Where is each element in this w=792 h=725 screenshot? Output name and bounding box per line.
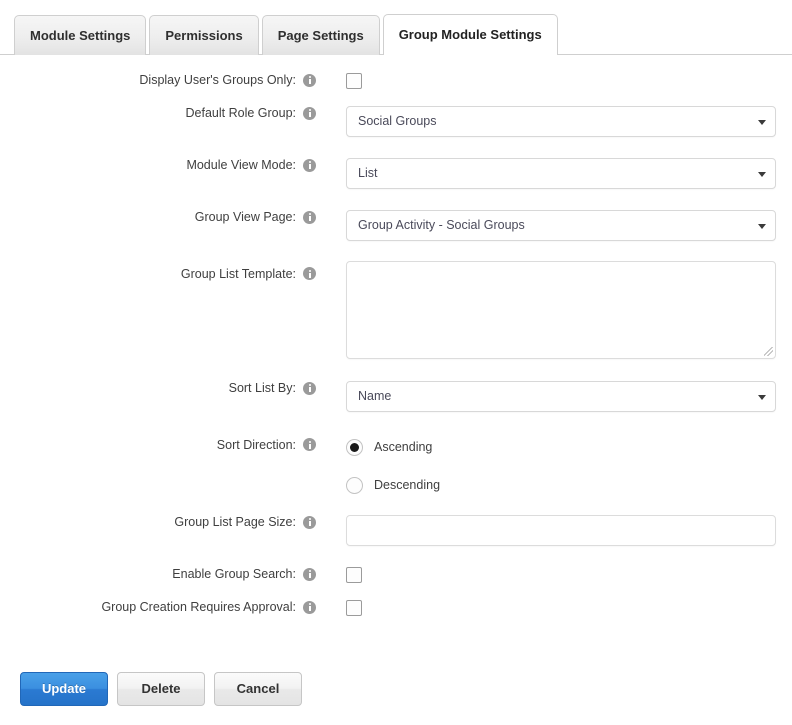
label-text: Group Creation Requires Approval: [101, 600, 296, 614]
radio-option-descending[interactable]: Descending [346, 471, 792, 499]
tab-page-settings[interactable]: Page Settings [262, 15, 380, 55]
ascending-radio[interactable] [346, 439, 363, 456]
group-view-page-select[interactable]: Group Activity - Social Groups [346, 210, 776, 241]
label-module-view-mode: Module View Mode: [0, 158, 316, 172]
field-group-view-page: Group Activity - Social Groups [316, 210, 792, 241]
field-enable-group-search [316, 567, 792, 586]
radio-option-ascending[interactable]: Ascending [346, 433, 792, 461]
field-row-group-creation-requires-approval: Group Creation Requires Approval: [0, 600, 792, 619]
chevron-down-icon [758, 224, 766, 229]
field-row-display-user-groups-only: Display User's Groups Only: [0, 73, 792, 92]
update-button[interactable]: Update [20, 672, 108, 706]
info-icon[interactable] [303, 267, 316, 280]
sort-list-by-value: Name [358, 389, 391, 403]
label-default-role-group: Default Role Group: [0, 106, 316, 120]
label-text: Group View Page: [195, 210, 296, 224]
field-row-enable-group-search: Enable Group Search: [0, 567, 792, 586]
label-sort-list-by: Sort List By: [0, 381, 316, 395]
field-default-role-group: Social Groups [316, 106, 792, 137]
group-list-template-wrap [346, 261, 776, 359]
field-row-group-list-template: Group List Template: [0, 261, 792, 359]
group-view-page-value: Group Activity - Social Groups [358, 218, 525, 232]
info-icon[interactable] [303, 438, 316, 451]
field-row-module-view-mode: Module View Mode: List [0, 158, 792, 189]
tab-group-module-settings[interactable]: Group Module Settings [383, 14, 558, 55]
label-group-creation-requires-approval: Group Creation Requires Approval: [0, 600, 316, 614]
label-group-list-page-size: Group List Page Size: [0, 515, 316, 529]
descending-radio[interactable] [346, 477, 363, 494]
group-module-settings-form: Display User's Groups Only: Default Role… [0, 55, 792, 619]
field-row-default-role-group: Default Role Group: Social Groups [0, 106, 792, 137]
chevron-down-icon [758, 172, 766, 177]
cancel-button[interactable]: Cancel [214, 672, 302, 706]
field-row-group-list-page-size: Group List Page Size: [0, 515, 792, 546]
label-text: Sort List By: [229, 381, 296, 395]
info-icon[interactable] [303, 568, 316, 581]
label-display-user-groups-only: Display User's Groups Only: [0, 73, 316, 87]
delete-button[interactable]: Delete [117, 672, 205, 706]
info-icon[interactable] [303, 601, 316, 614]
enable-group-search-checkbox[interactable] [346, 567, 362, 583]
label-group-view-page: Group View Page: [0, 210, 316, 224]
info-icon[interactable] [303, 382, 316, 395]
field-row-group-view-page: Group View Page: Group Activity - Social… [0, 210, 792, 241]
label-text: Default Role Group: [186, 106, 296, 120]
chevron-down-icon [758, 120, 766, 125]
group-creation-requires-approval-checkbox[interactable] [346, 600, 362, 616]
field-group-creation-requires-approval [316, 600, 792, 619]
info-icon[interactable] [303, 107, 316, 120]
label-text: Module View Mode: [186, 158, 296, 172]
label-text: Group List Template: [181, 267, 296, 281]
field-sort-direction: Ascending Descending [316, 433, 792, 499]
form-action-buttons: Update Delete Cancel [20, 672, 311, 706]
label-group-list-template: Group List Template: [0, 261, 316, 281]
label-text: Enable Group Search: [172, 567, 296, 581]
label-enable-group-search: Enable Group Search: [0, 567, 316, 581]
field-row-sort-list-by: Sort List By: Name [0, 381, 792, 412]
label-text: Display User's Groups Only: [139, 73, 296, 87]
info-icon[interactable] [303, 74, 316, 87]
default-role-group-value: Social Groups [358, 114, 437, 128]
label-text: Group List Page Size: [174, 515, 296, 529]
label-text: Sort Direction: [217, 438, 296, 452]
field-sort-list-by: Name [316, 381, 792, 412]
default-role-group-select[interactable]: Social Groups [346, 106, 776, 137]
info-icon[interactable] [303, 516, 316, 529]
tab-module-settings[interactable]: Module Settings [14, 15, 146, 55]
field-group-list-template [316, 261, 792, 359]
module-view-mode-select[interactable]: List [346, 158, 776, 189]
label-sort-direction: Sort Direction: [0, 433, 316, 452]
field-group-list-page-size [316, 515, 792, 546]
info-icon[interactable] [303, 211, 316, 224]
tab-permissions[interactable]: Permissions [149, 15, 258, 55]
descending-label: Descending [374, 478, 440, 492]
group-list-template-textarea[interactable] [346, 261, 776, 359]
info-icon[interactable] [303, 159, 316, 172]
group-list-page-size-input[interactable] [346, 515, 776, 546]
field-module-view-mode: List [316, 158, 792, 189]
field-row-sort-direction: Sort Direction: Ascending Descending [0, 433, 792, 499]
display-user-groups-only-checkbox[interactable] [346, 73, 362, 89]
settings-tabbar: Module SettingsPermissionsPage SettingsG… [0, 14, 792, 55]
chevron-down-icon [758, 395, 766, 400]
field-display-user-groups-only [316, 73, 792, 92]
module-view-mode-value: List [358, 166, 377, 180]
ascending-label: Ascending [374, 440, 432, 454]
sort-list-by-select[interactable]: Name [346, 381, 776, 412]
